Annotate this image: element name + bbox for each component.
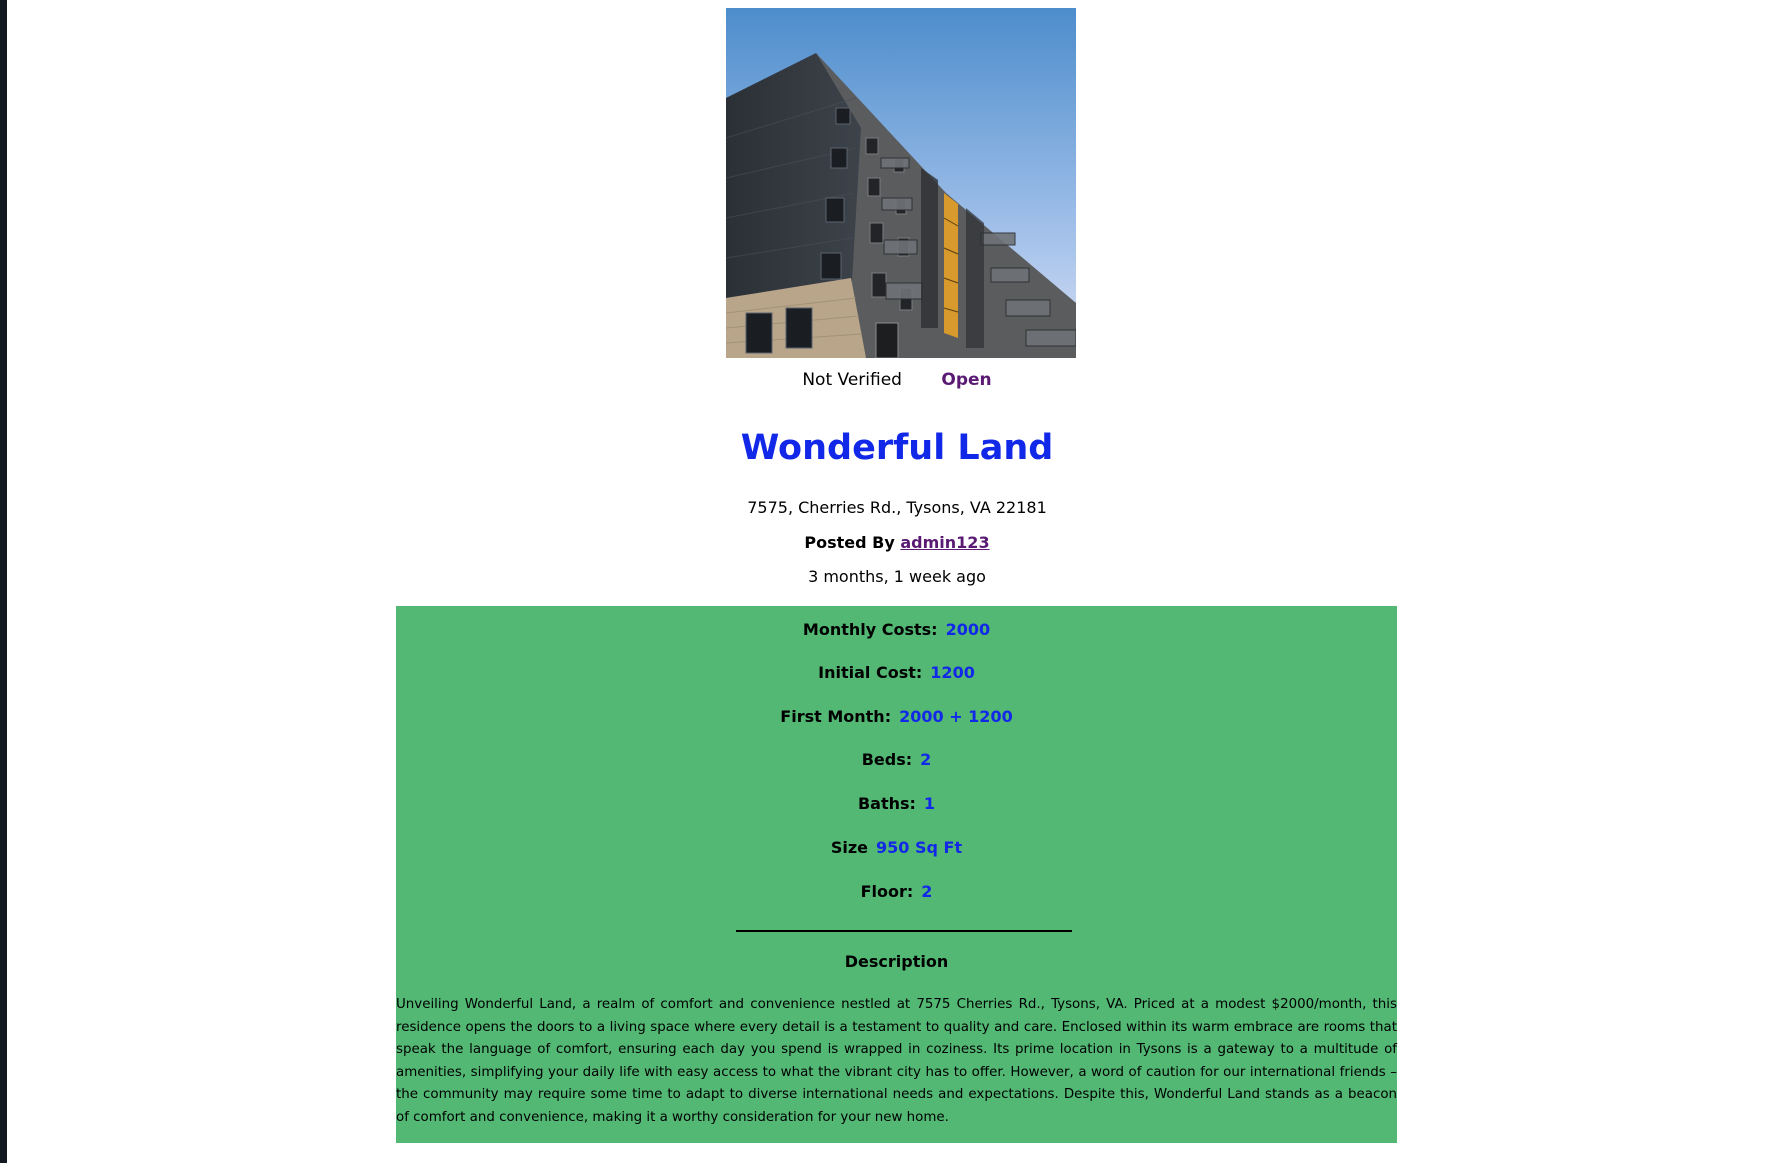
- status-row: Not Verified Open: [7, 368, 1787, 392]
- posted-by: Posted By admin123: [7, 531, 1787, 555]
- detail-value: 2: [921, 882, 933, 901]
- detail-label: Size: [830, 838, 869, 857]
- listing-address: 7575, Cherries Rd., Tysons, VA 22181: [747, 498, 1047, 517]
- detail-value: 2000: [945, 620, 991, 639]
- posted-by-label: Posted By: [804, 533, 895, 552]
- detail-value: 2: [920, 750, 932, 769]
- listing-photo: [726, 8, 1076, 358]
- apartment-building-photo-icon: [726, 8, 1076, 358]
- detail-monthly-costs: Monthly Costs: 2000: [396, 618, 1397, 642]
- detail-baths: Baths: 1: [396, 792, 1397, 816]
- detail-initial-cost: Initial Cost: 1200: [396, 661, 1397, 685]
- detail-label: Monthly Costs:: [802, 620, 938, 639]
- detail-first-month: First Month: 2000 + 1200: [396, 705, 1397, 729]
- window-left-edge: [0, 0, 7, 1163]
- description-heading: Description: [844, 952, 949, 971]
- listing-title: Wonderful Land: [740, 428, 1054, 468]
- detail-label: Beds:: [861, 750, 913, 769]
- description-body: Unveiling Wonderful Land, a realm of com…: [396, 997, 1397, 1125]
- detail-value: 950 Sq Ft: [876, 838, 963, 857]
- posted-time: 3 months, 1 week ago: [808, 567, 986, 586]
- detail-size: Size 950 Sq Ft: [396, 836, 1397, 860]
- detail-beds: Beds: 2: [396, 748, 1397, 772]
- verification-status: Not Verified: [802, 370, 902, 390]
- poster-username-link[interactable]: admin123: [900, 533, 989, 552]
- detail-label: Initial Cost:: [818, 663, 923, 682]
- detail-value: 1: [923, 794, 936, 813]
- detail-label: Baths:: [857, 794, 916, 813]
- detail-value: 2000 + 1200: [899, 707, 1013, 726]
- detail-label: First Month:: [780, 707, 892, 726]
- section-divider: [736, 930, 1072, 932]
- detail-label: Floor:: [860, 882, 914, 901]
- detail-floor: Floor: 2: [396, 880, 1397, 904]
- details-panel: Monthly Costs: 2000 Initial Cost: 1200 Fir…: [396, 606, 1397, 1143]
- availability-status: Open: [941, 370, 992, 390]
- detail-value: 1200: [930, 663, 975, 682]
- listing-page: Not Verified Open Wonderful Land 7575, C…: [7, 0, 1787, 1163]
